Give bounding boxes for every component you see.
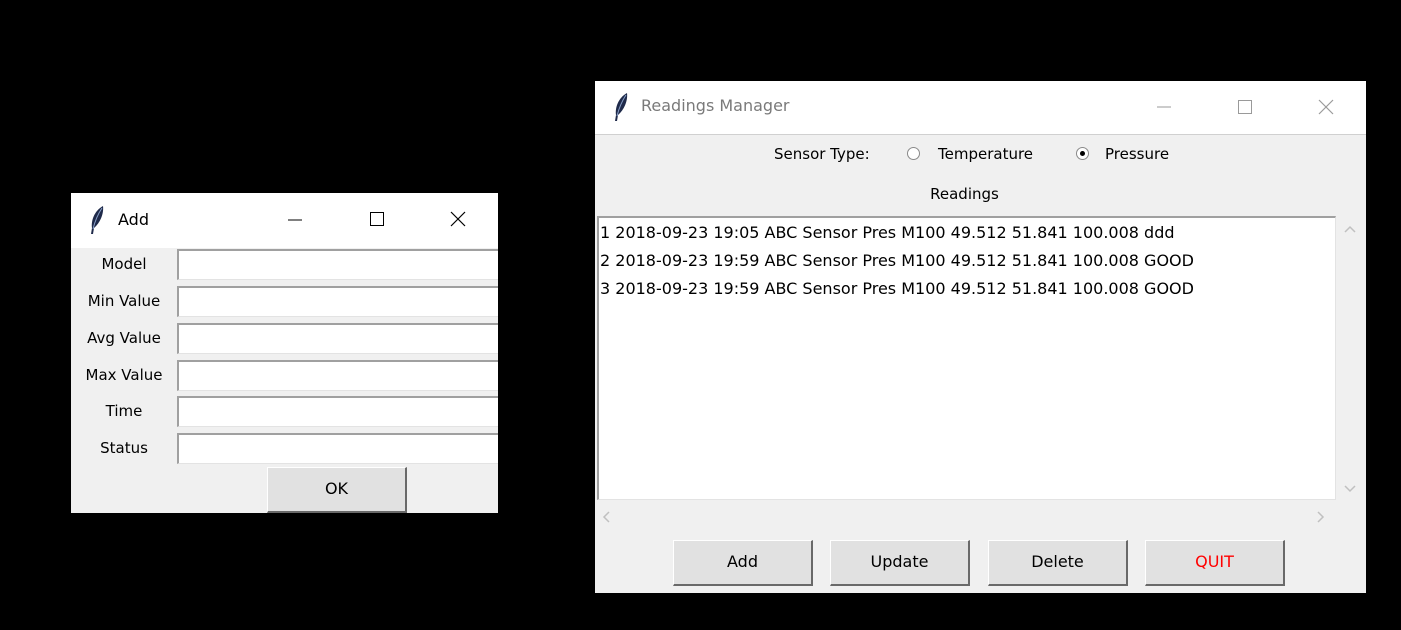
- close-icon: [1318, 99, 1334, 115]
- max-value-field[interactable]: [177, 360, 498, 391]
- ok-button[interactable]: OK: [267, 467, 407, 513]
- model-label: Model: [101, 255, 147, 273]
- readings-listbox[interactable]: 1 2018-09-23 19:05 ABC Sensor Pres M100 …: [597, 216, 1336, 500]
- time-field[interactable]: [177, 396, 498, 427]
- avg-value-label: Avg Value: [87, 329, 161, 347]
- readings-manager-title: Readings Manager: [641, 96, 790, 115]
- list-item[interactable]: 1 2018-09-23 19:05 ABC Sensor Pres M100 …: [600, 219, 1175, 247]
- maximize-button[interactable]: [1225, 99, 1265, 115]
- avg-value-field[interactable]: [177, 323, 498, 354]
- time-label: Time: [105, 402, 143, 420]
- maximize-icon: [1238, 100, 1252, 114]
- radio-temperature[interactable]: [907, 147, 920, 160]
- readings-label: Readings: [930, 185, 999, 203]
- list-item[interactable]: 2 2018-09-23 19:59 ABC Sensor Pres M100 …: [600, 247, 1194, 275]
- min-value-field[interactable]: [177, 286, 498, 317]
- close-button[interactable]: [438, 211, 478, 227]
- model-field[interactable]: [177, 249, 498, 280]
- min-value-label: Min Value: [87, 292, 161, 310]
- add-dialog-titlebar[interactable]: Add: [71, 193, 498, 248]
- radio-pressure-label[interactable]: Pressure: [1105, 145, 1169, 163]
- add-dialog-window: Add Model Min Value Avg Value Max Value …: [71, 193, 498, 513]
- feather-icon: [612, 92, 630, 126]
- close-icon: [450, 211, 466, 227]
- sensor-type-row: Sensor Type: Temperature Pressure: [595, 144, 1366, 170]
- max-value-label: Max Value: [85, 366, 163, 384]
- sensor-type-label: Sensor Type:: [774, 145, 870, 163]
- maximize-button[interactable]: [357, 211, 397, 227]
- scroll-left-icon[interactable]: [600, 510, 612, 528]
- status-label: Status: [100, 439, 148, 457]
- add-dialog-title: Add: [118, 210, 149, 229]
- delete-button[interactable]: Delete: [988, 540, 1128, 586]
- minimize-button[interactable]: [275, 211, 315, 227]
- list-item[interactable]: 3 2018-09-23 19:59 ABC Sensor Pres M100 …: [600, 275, 1194, 303]
- readings-manager-titlebar[interactable]: Readings Manager: [595, 81, 1366, 135]
- radio-temperature-label[interactable]: Temperature: [938, 145, 1033, 163]
- feather-icon: [88, 205, 106, 239]
- minimize-button[interactable]: [1144, 99, 1184, 115]
- status-field[interactable]: [177, 433, 498, 464]
- maximize-icon: [370, 212, 384, 226]
- radio-selected-dot: [1080, 151, 1085, 156]
- scroll-down-icon[interactable]: [1343, 481, 1357, 499]
- readings-manager-window: Readings Manager Sensor Type: Temperatur…: [595, 81, 1366, 593]
- scroll-right-icon[interactable]: [1315, 510, 1327, 528]
- minimize-icon: [288, 219, 302, 221]
- close-button[interactable]: [1306, 99, 1346, 115]
- radio-pressure[interactable]: [1076, 147, 1089, 160]
- quit-button[interactable]: QUIT: [1145, 540, 1285, 586]
- update-button[interactable]: Update: [830, 540, 970, 586]
- scroll-up-icon[interactable]: [1343, 221, 1357, 239]
- add-button[interactable]: Add: [673, 540, 813, 586]
- minimize-icon: [1157, 106, 1171, 108]
